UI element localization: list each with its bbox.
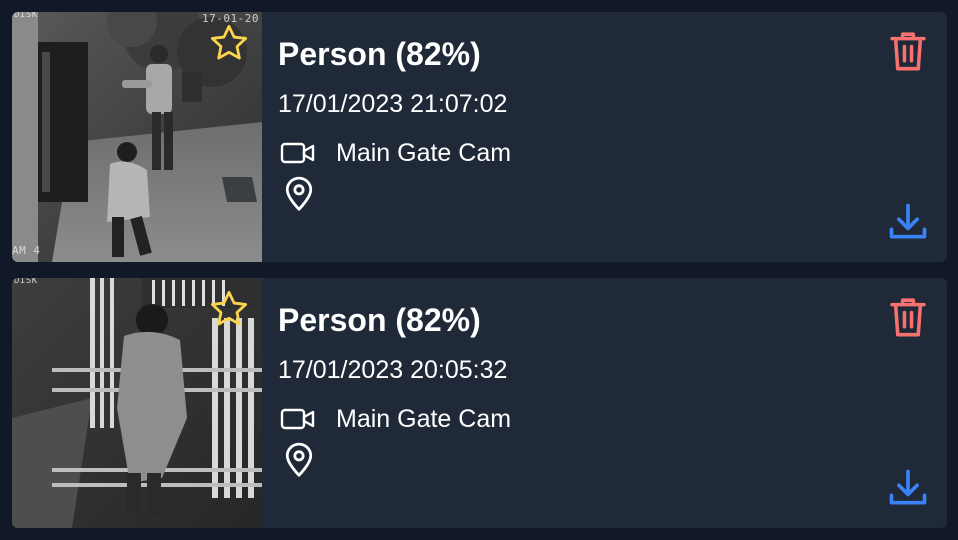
camera-name: Main Gate Cam — [336, 138, 512, 167]
trash-icon[interactable] — [886, 28, 930, 74]
event-thumbnail[interactable]: DISK — [12, 278, 262, 528]
thumbnail-disk-overlay: DISK — [14, 278, 38, 286]
star-icon[interactable] — [208, 22, 250, 64]
star-icon[interactable] — [208, 288, 250, 330]
event-timestamp: 17/01/2023 21:07:02 — [278, 90, 508, 118]
camera-name: Main Gate Cam — [336, 404, 512, 433]
download-icon[interactable] — [886, 200, 930, 244]
thumbnail-camera-overlay: AM 4 — [12, 244, 41, 257]
event-card[interactable]: 17-01-20 DISK AM 4 Person (82%) 17/01/20… — [12, 12, 947, 262]
camera-info: Main Gate Cam — [280, 402, 511, 436]
event-card[interactable]: DISK Person (82%) 17/01/2023 20:05:32 Ma… — [12, 278, 947, 528]
video-camera-icon — [280, 408, 315, 430]
thumbnail-disk-overlay: DISK — [14, 12, 38, 20]
video-camera-icon — [280, 142, 315, 164]
event-title: Person (82%) — [278, 302, 481, 338]
event-thumbnail[interactable]: 17-01-20 DISK AM 4 — [12, 12, 262, 262]
event-timestamp: 17/01/2023 20:05:32 — [278, 356, 508, 384]
camera-info: Main Gate Cam — [280, 136, 511, 170]
event-list: 17-01-20 DISK AM 4 Person (82%) 17/01/20… — [0, 0, 958, 540]
download-icon[interactable] — [886, 466, 930, 510]
map-pin-icon[interactable] — [282, 176, 316, 212]
map-pin-icon[interactable] — [282, 442, 316, 478]
trash-icon[interactable] — [886, 294, 930, 340]
event-title: Person (82%) — [278, 36, 481, 72]
